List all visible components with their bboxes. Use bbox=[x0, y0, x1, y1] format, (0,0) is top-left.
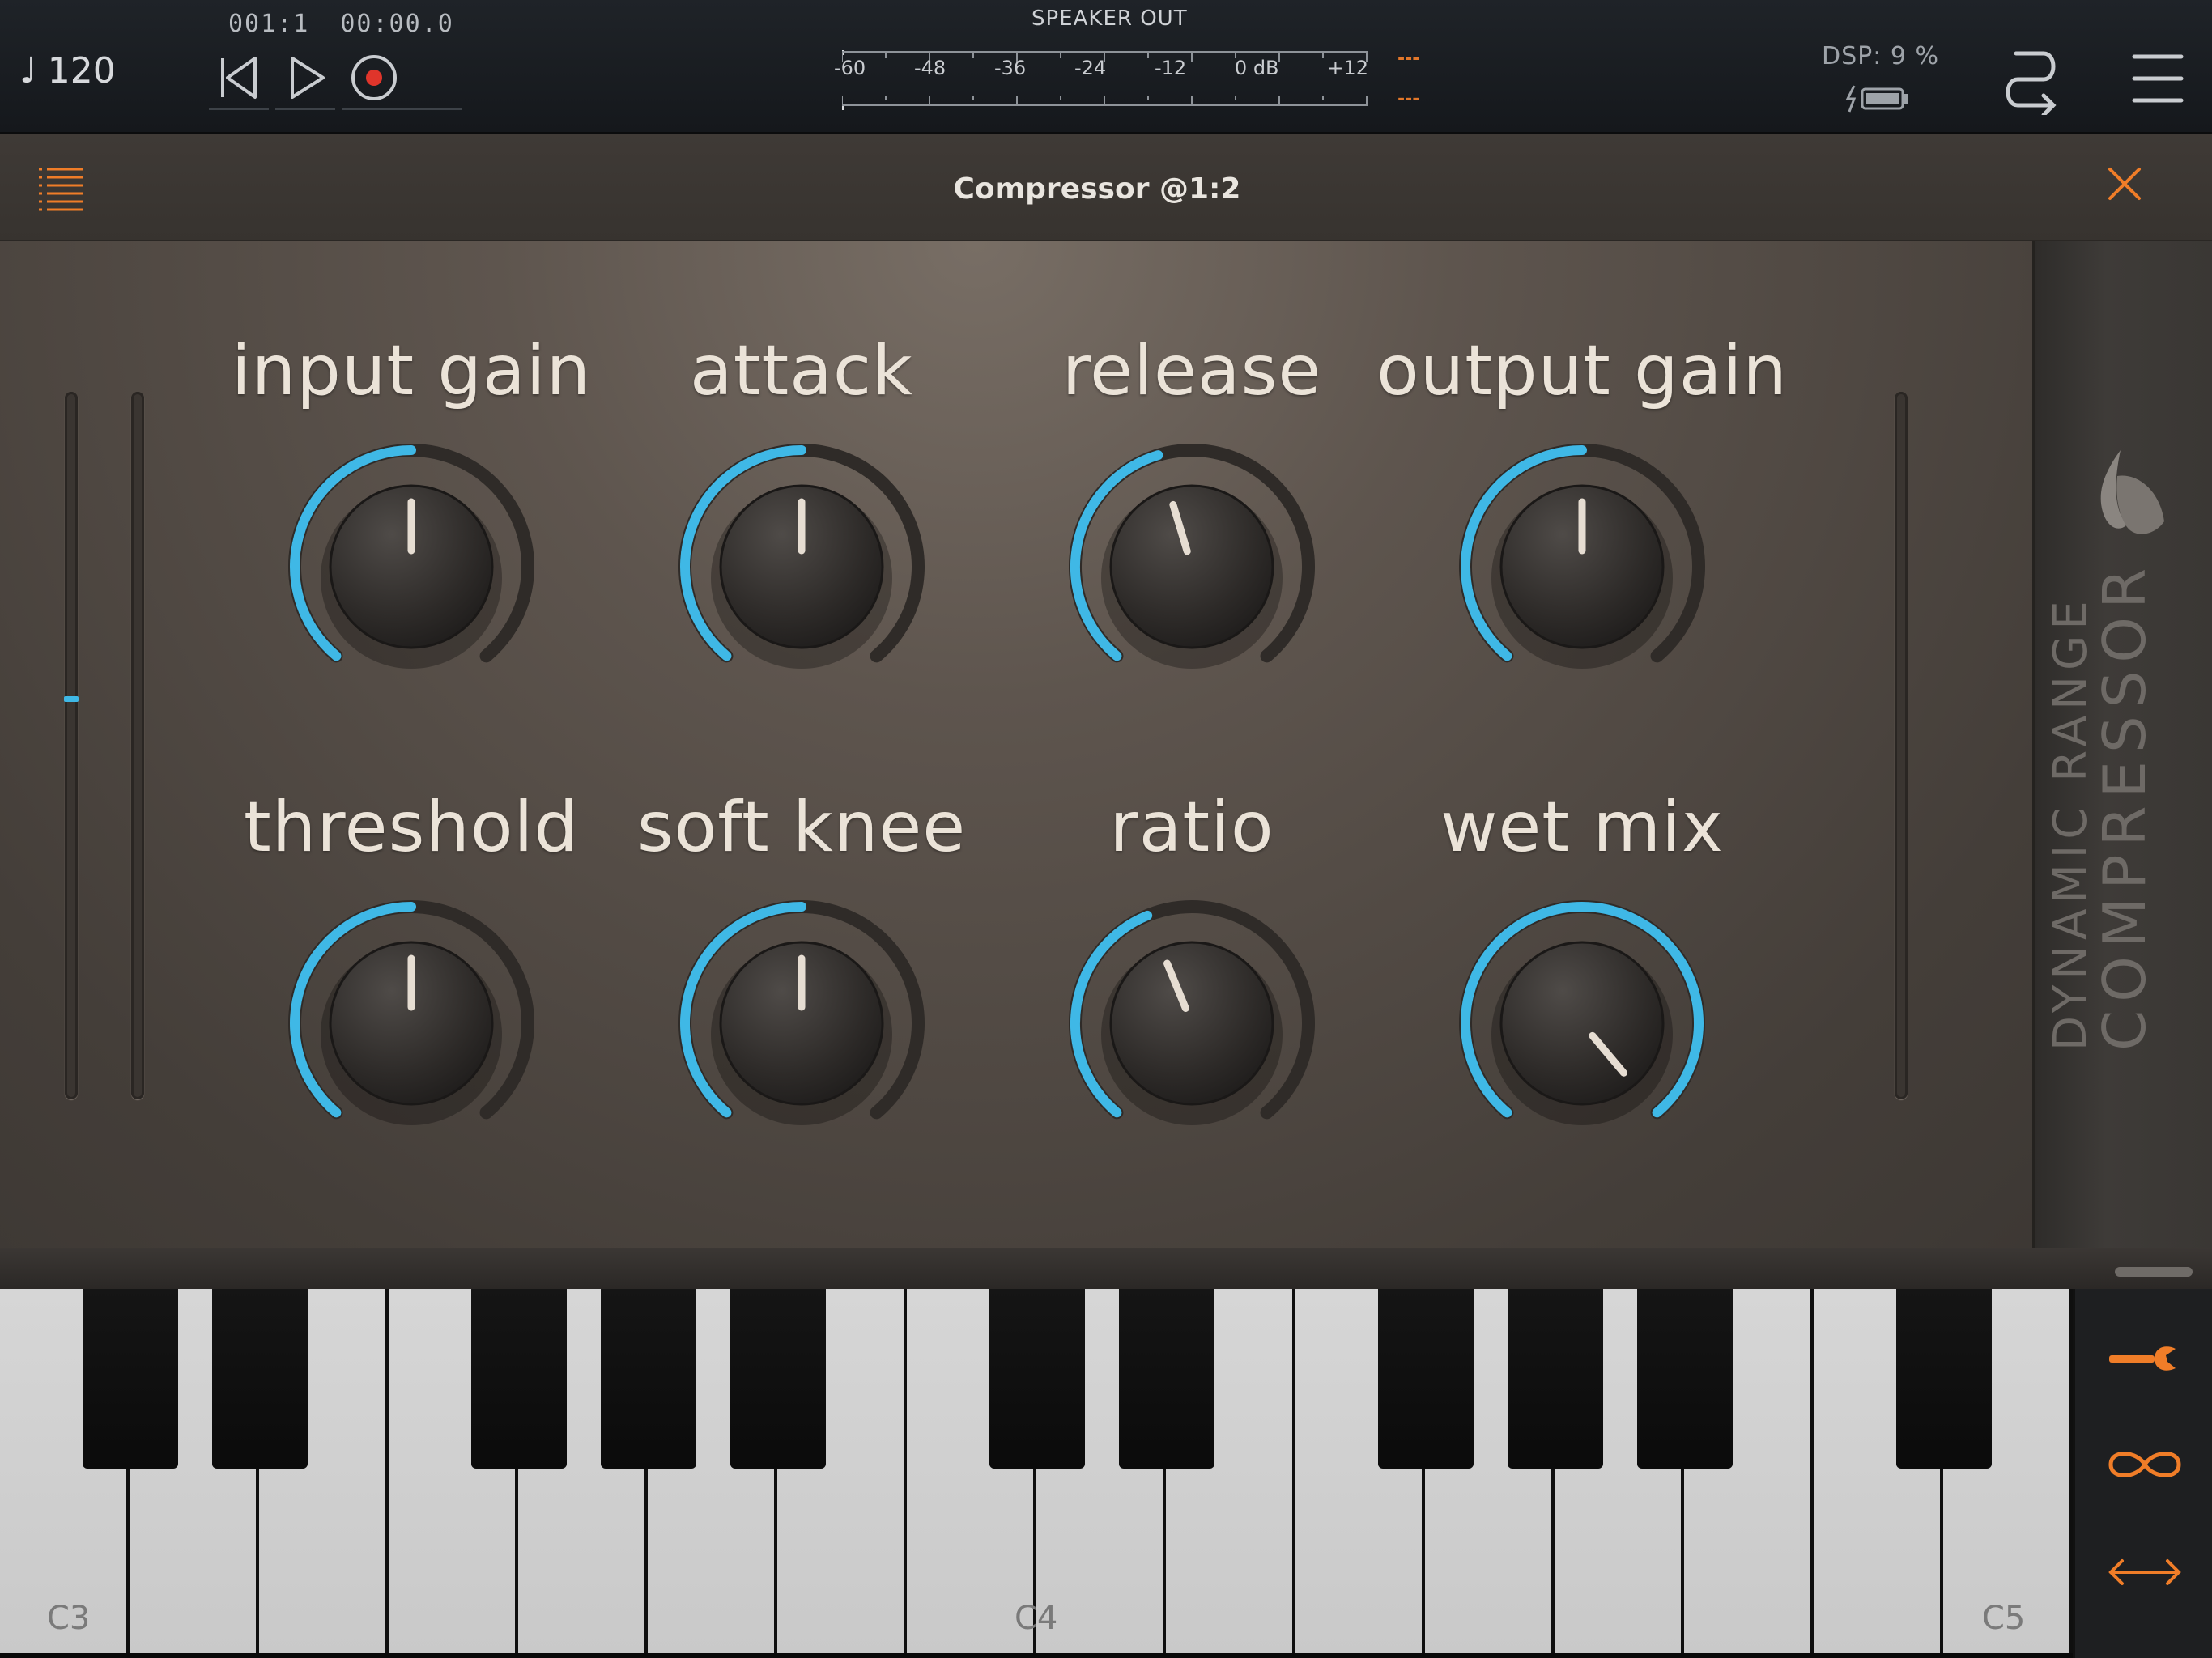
peak-left: --- bbox=[1397, 49, 1420, 69]
wrench-icon[interactable] bbox=[2106, 1341, 2184, 1376]
knob-ratio[interactable] bbox=[1054, 886, 1329, 1161]
knob-label-wet-mix: wet mix bbox=[1440, 787, 1724, 868]
play-icon bbox=[291, 56, 325, 99]
meter-label: SPEAKER OUT bbox=[1032, 6, 1188, 31]
knob-label-input-gain: input gain bbox=[231, 330, 592, 411]
knob-label-threshold: threshold bbox=[243, 787, 579, 868]
keyboard-tools bbox=[2073, 1289, 2212, 1658]
black-key[interactable] bbox=[1378, 1289, 1474, 1469]
tempo-display[interactable]: ♩ 120 bbox=[19, 50, 116, 91]
meter-scale-label: -36 bbox=[993, 57, 1027, 79]
transport-spacer bbox=[403, 47, 462, 110]
skip-back-icon bbox=[221, 56, 257, 99]
input-level-slider-right[interactable] bbox=[131, 392, 144, 1099]
knob-release[interactable] bbox=[1054, 429, 1329, 704]
keyboard-resize-handle[interactable] bbox=[2115, 1267, 2193, 1277]
black-key[interactable] bbox=[212, 1289, 308, 1469]
knob-body[interactable] bbox=[1109, 484, 1274, 649]
transport-bar: ♩ 120 001:1 00:00.0 SPEAKER OUT -60 -48 -3… bbox=[0, 0, 2212, 134]
record-icon bbox=[351, 54, 397, 100]
black-key[interactable] bbox=[1896, 1289, 1992, 1469]
knob-threshold[interactable] bbox=[274, 886, 549, 1161]
peak-right: --- bbox=[1397, 89, 1420, 109]
speaker-out-meter: -60 -48 -36 -24 -12 0 dB +12 bbox=[834, 44, 1368, 112]
key-label-c3: C3 bbox=[47, 1600, 91, 1637]
dsp-load: DSP: 9 % bbox=[1822, 42, 1940, 70]
record-button[interactable] bbox=[342, 47, 406, 110]
time-position: 00:00.0 bbox=[340, 10, 454, 38]
knob-body[interactable] bbox=[1499, 941, 1665, 1106]
input-level-handle[interactable] bbox=[64, 695, 79, 702]
piano-keyboard: C3 C4 C5 bbox=[0, 1289, 2073, 1658]
play-button[interactable] bbox=[275, 47, 335, 110]
black-key[interactable] bbox=[989, 1289, 1085, 1469]
knob-input-gain[interactable] bbox=[274, 429, 549, 704]
knob-output-gain[interactable] bbox=[1444, 429, 1720, 704]
key-label-c5: C5 bbox=[1982, 1600, 2026, 1637]
knob-soft-knee[interactable] bbox=[664, 886, 939, 1161]
meter-scale-label: 0 dB bbox=[1234, 57, 1279, 79]
knob-label-soft-knee: soft knee bbox=[636, 787, 967, 868]
brand-line-2: COMPRESSOR bbox=[2091, 559, 2159, 1051]
compressor-panel: input gain attack release output gain th… bbox=[0, 241, 2032, 1248]
horizontal-scroll-icon[interactable] bbox=[2106, 1556, 2184, 1588]
position-readout: 001:1 00:00.0 bbox=[228, 10, 454, 38]
meter-scale-label: -60 bbox=[834, 57, 866, 79]
black-key[interactable] bbox=[601, 1289, 696, 1469]
rewind-button[interactable] bbox=[209, 47, 269, 110]
knob-label-output-gain: output gain bbox=[1376, 330, 1788, 411]
plugin-title: Compressor @1:2 bbox=[953, 172, 1241, 206]
black-key[interactable] bbox=[1508, 1289, 1603, 1469]
plugin-header: Compressor @1:2 bbox=[0, 134, 2212, 241]
infinity-latch-icon[interactable] bbox=[2106, 1443, 2184, 1486]
knob-label-release: release bbox=[1061, 330, 1322, 411]
output-level-slider[interactable] bbox=[1895, 392, 1908, 1099]
black-key[interactable] bbox=[471, 1289, 567, 1469]
black-key[interactable] bbox=[730, 1289, 826, 1469]
meter-scale-label: -12 bbox=[1154, 57, 1187, 79]
knob-attack[interactable] bbox=[664, 429, 939, 704]
input-level-slider[interactable] bbox=[65, 392, 78, 1099]
keyboard-divider bbox=[0, 1248, 2212, 1289]
knob-body[interactable] bbox=[1109, 941, 1274, 1106]
brand-text: DYNAMIC RANGE COMPRESSOR bbox=[2044, 79, 2159, 1051]
meter-scale: -60 -48 -36 -24 -12 0 dB +12 bbox=[834, 57, 1368, 89]
battery-charging-icon bbox=[1845, 85, 1908, 113]
knob-wet-mix[interactable] bbox=[1444, 886, 1720, 1161]
black-key[interactable] bbox=[83, 1289, 178, 1469]
meter-scale-label: -48 bbox=[913, 57, 946, 79]
key-label-c4: C4 bbox=[1015, 1600, 1058, 1637]
meter-scale-label: +12 bbox=[1327, 57, 1368, 79]
knob-label-attack: attack bbox=[690, 330, 913, 411]
brand-panel: DYNAMIC RANGE COMPRESSOR bbox=[2032, 241, 2212, 1248]
bar-position: 001:1 bbox=[228, 10, 310, 38]
black-key[interactable] bbox=[1637, 1289, 1733, 1469]
meter-scale-label: -24 bbox=[1074, 57, 1107, 79]
black-key[interactable] bbox=[1119, 1289, 1214, 1469]
knob-label-ratio: ratio bbox=[1109, 787, 1274, 868]
